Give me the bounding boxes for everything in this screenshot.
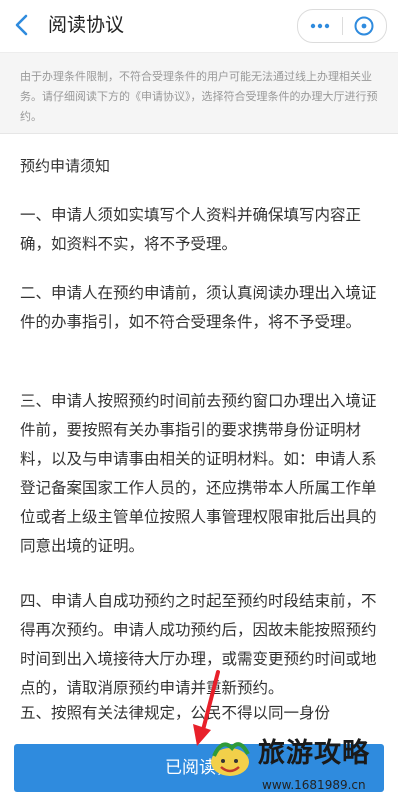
watermark-url: www.1681989.cn: [262, 778, 366, 792]
agreement-clause-2: 二、申请人在预约申请前，须认真阅读办理出入境证件的办事指引，如不符合受理条件，将…: [20, 284, 377, 331]
more-button[interactable]: [304, 14, 336, 38]
agreement-clause-1: 一、申请人须如实填写个人资料并确保填写内容正确，如资料不实，将不予受理。: [20, 206, 362, 253]
agreement-clause-3: 三、申请人按照预约时间前去预约窗口办理出入境证件前，要按照有关办事指引的要求携带…: [20, 392, 377, 555]
more-dots-icon: [310, 23, 330, 29]
back-button[interactable]: [10, 12, 36, 38]
chevron-left-icon: [15, 14, 28, 36]
page-title: 阅读协议: [48, 14, 125, 36]
notice-banner: 由于办理条件限制，不符合受理条件的用户可能无法通过线上办理相关业务。请仔细阅读下…: [0, 53, 398, 134]
notice-text: 由于办理条件限制，不符合受理条件的用户可能无法通过线上办理相关业务。请仔细阅读下…: [20, 70, 378, 123]
top-navigation-bar: 阅读协议: [0, 0, 398, 53]
capsule-divider: [342, 17, 343, 35]
close-button[interactable]: [348, 14, 380, 38]
agreement-title: 预约申请须知: [20, 157, 111, 175]
close-circle-icon: [354, 16, 374, 36]
watermark-brand: 旅游攻略: [258, 738, 370, 769]
watermark: 旅游攻略 www.1681989.cn: [200, 732, 390, 808]
smiley-logo-icon: [211, 742, 250, 776]
mini-program-capsule: [297, 9, 387, 43]
